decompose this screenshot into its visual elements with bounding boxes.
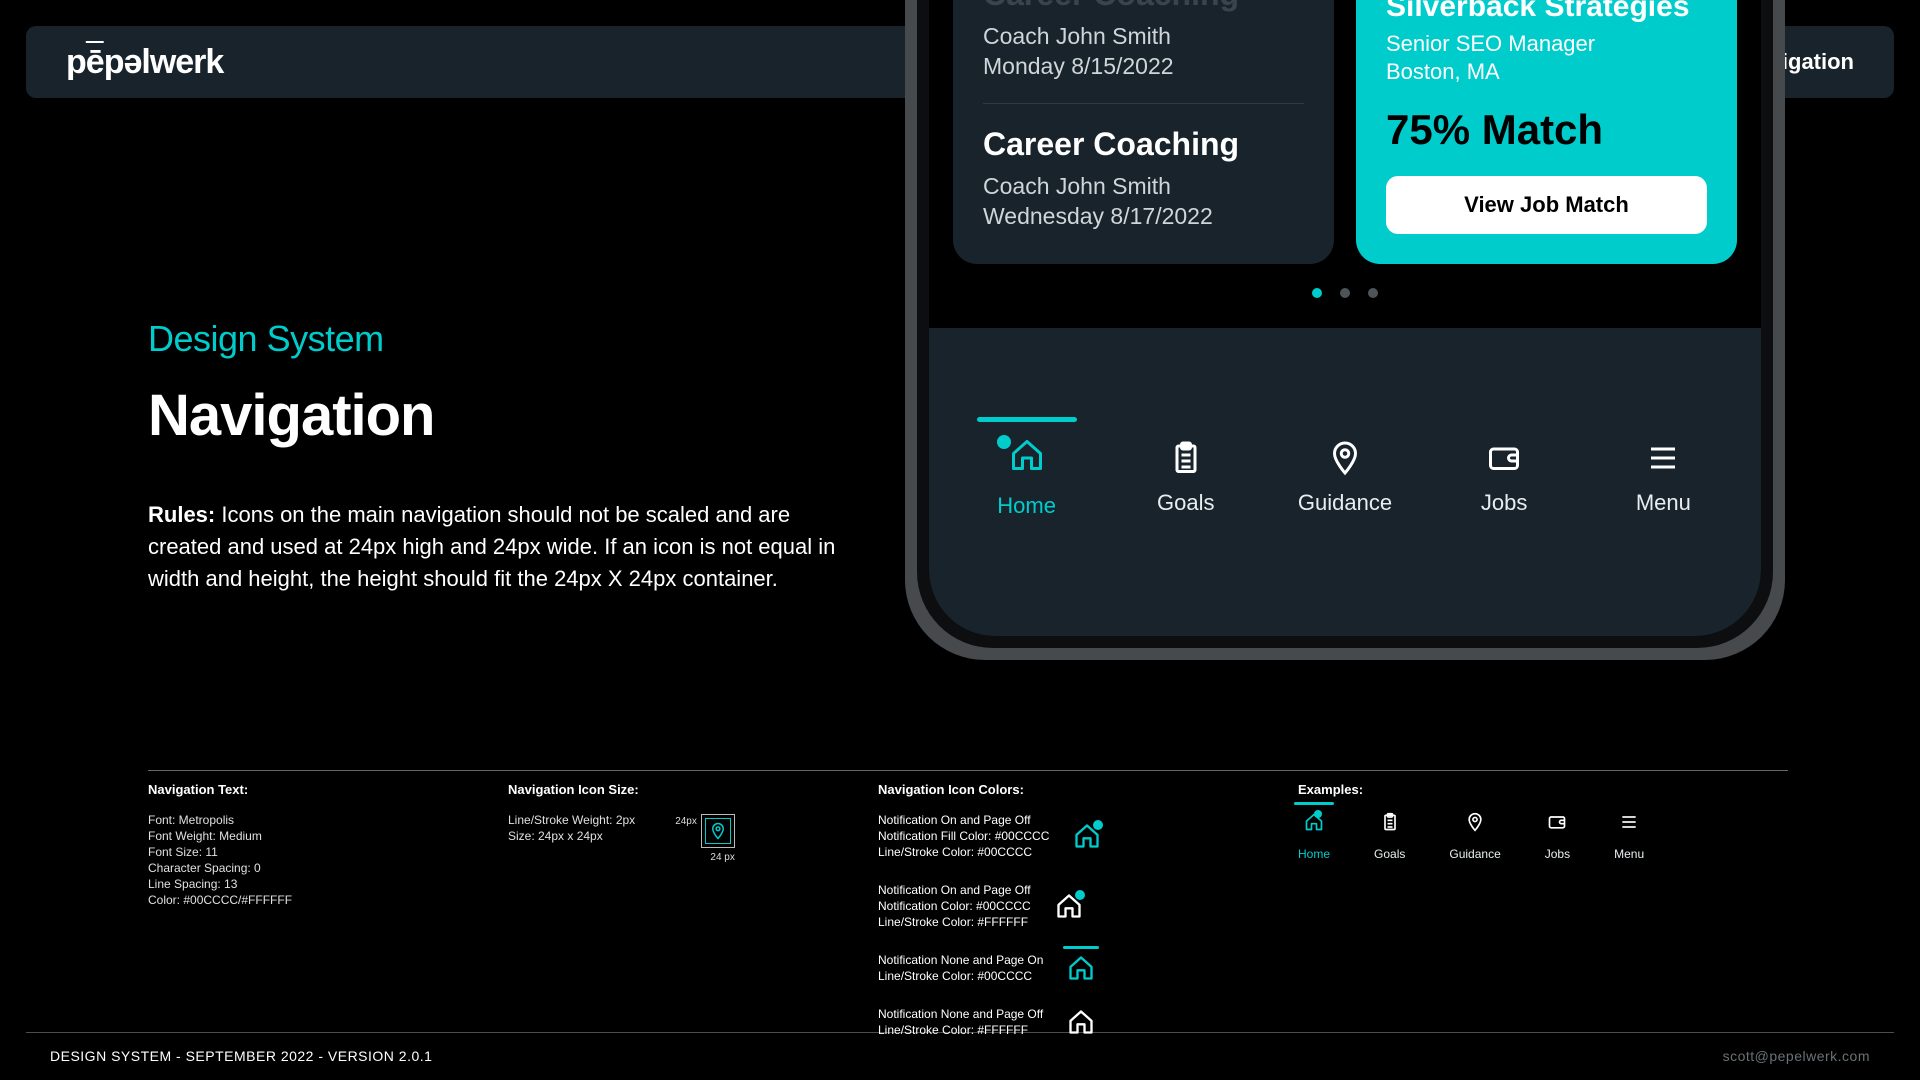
nav-label: Guidance <box>1298 490 1392 516</box>
example-nav-jobs[interactable]: Jobs <box>1545 812 1570 862</box>
spec-heading: Examples: <box>1298 782 1788 798</box>
spec-line: Size: 24px x 24px <box>508 828 635 844</box>
spec-heading: Navigation Text: <box>148 782 448 798</box>
job-company: Silverback Strategies <box>1386 0 1707 24</box>
nav-label: Goals <box>1157 490 1214 516</box>
job-role: Senior SEO Manager Boston, MA <box>1386 30 1707 86</box>
nav-label: Jobs <box>1481 490 1527 516</box>
spec-navigation-icon-size: Navigation Icon Size: Line/Stroke Weight… <box>508 782 818 1038</box>
spec-navigation-text: Navigation Text: Font: MetropolisFont We… <box>148 782 448 1038</box>
spec-divider <box>148 770 1788 771</box>
nav-home[interactable]: Home <box>967 437 1087 519</box>
coaching-title-2: Career Coaching <box>983 126 1304 163</box>
rules-paragraph: Rules: Icons on the main navigation shou… <box>148 499 848 595</box>
nav-guidance[interactable]: Guidance <box>1285 440 1405 516</box>
coaching-item-1: Coach John Smith Monday 8/15/2022 <box>983 21 1304 81</box>
pin-icon <box>1327 440 1363 476</box>
spec-line: Font Weight: Medium <box>148 828 448 844</box>
view-job-match-button[interactable]: View Job Match <box>1386 176 1707 234</box>
footer-divider <box>26 1032 1894 1033</box>
example-nav-label: Goals <box>1374 846 1405 862</box>
home-icon <box>1073 822 1101 850</box>
pin-icon <box>709 822 727 840</box>
home-icon <box>1009 437 1045 473</box>
example-nav-label: Jobs <box>1545 846 1570 862</box>
page-title: Navigation <box>148 382 848 449</box>
spec-heading: Navigation Icon Colors: <box>878 782 1238 798</box>
spec-line: Font Size: 11 <box>148 844 448 860</box>
coaching-item-2: Coach John Smith Wednesday 8/17/2022 <box>983 171 1304 231</box>
nav-goals[interactable]: Goals <box>1126 440 1246 516</box>
notification-dot <box>1314 810 1322 818</box>
footer-email: scott@pepelwerk.com <box>1723 1048 1870 1064</box>
footer-version: DESIGN SYSTEM - SEPTEMBER 2022 - VERSION… <box>50 1048 432 1064</box>
spec-line: Line/Stroke Weight: 2px <box>508 812 635 828</box>
dot-1[interactable] <box>1312 288 1322 298</box>
notification-dot <box>1093 820 1103 830</box>
phone-mockup: Guidance › 6 My Jobs › Career Coaching C… <box>905 0 1785 660</box>
rules-body: Icons on the main navigation should not … <box>148 502 835 591</box>
dot-2[interactable] <box>1340 288 1350 298</box>
menu-icon <box>1645 440 1681 476</box>
spec-navigation-icon-colors: Navigation Icon Colors: Notification On … <box>878 782 1238 1038</box>
home-icon <box>1067 954 1095 982</box>
notification-dot <box>1075 890 1085 900</box>
spec-line: Color: #00CCCC/#FFFFFF <box>148 892 448 908</box>
job-match-percent: 75% Match <box>1386 106 1707 154</box>
eyebrow: Design System <box>148 318 848 360</box>
nav-jobs[interactable]: Jobs <box>1444 440 1564 516</box>
icon-state: Notification None and Page OffLine/Strok… <box>878 1006 1238 1038</box>
coaching-card: Career Coaching Coach John Smith Monday … <box>953 0 1334 264</box>
home-icon <box>1055 892 1083 920</box>
intro-text-block: Design System Navigation Rules: Icons on… <box>148 318 848 595</box>
nav-menu[interactable]: Menu <box>1603 440 1723 516</box>
icon-state: Notification On and Page OffNotification… <box>878 882 1238 930</box>
icon-state: Notification None and Page OnLine/Stroke… <box>878 952 1238 984</box>
notification-dot <box>997 435 1011 449</box>
spec-examples: Examples: Home Goals Guidance Jobs Menu <box>1298 782 1788 1038</box>
dot-3[interactable] <box>1368 288 1378 298</box>
clipboard-icon <box>1168 440 1204 476</box>
example-nav-label: Guidance <box>1449 846 1500 862</box>
brand-logo: pēpəlwerk <box>66 43 223 82</box>
example-nav-guidance[interactable]: Guidance <box>1449 812 1500 862</box>
nav-label: Menu <box>1636 490 1691 516</box>
icon-size-diagram: 24px 24 px <box>675 814 735 866</box>
carousel-dots <box>929 288 1761 298</box>
spec-row: Navigation Text: Font: MetropolisFont We… <box>148 782 1788 1038</box>
rules-label: Rules: <box>148 502 215 527</box>
nav-label: Home <box>997 493 1056 519</box>
example-nav-home[interactable]: Home <box>1298 812 1330 862</box>
example-nav-label: Home <box>1298 846 1330 862</box>
example-nav-goals[interactable]: Goals <box>1374 812 1405 862</box>
spec-heading: Navigation Icon Size: <box>508 782 818 798</box>
footer: DESIGN SYSTEM - SEPTEMBER 2022 - VERSION… <box>50 1048 1870 1064</box>
job-match-card: Silverback Strategies Senior SEO Manager… <box>1356 0 1737 264</box>
icon-state: Notification On and Page OffNotification… <box>878 812 1238 860</box>
wallet-icon <box>1486 440 1522 476</box>
spec-line: Line Spacing: 13 <box>148 876 448 892</box>
coaching-title-cut: Career Coaching <box>983 0 1304 13</box>
spec-line: Character Spacing: 0 <box>148 860 448 876</box>
bottom-nav: Home Goals Guidance Jobs Menu <box>929 328 1761 636</box>
spec-line: Font: Metropolis <box>148 812 448 828</box>
example-nav-menu[interactable]: Menu <box>1614 812 1644 862</box>
example-nav-label: Menu <box>1614 846 1644 862</box>
